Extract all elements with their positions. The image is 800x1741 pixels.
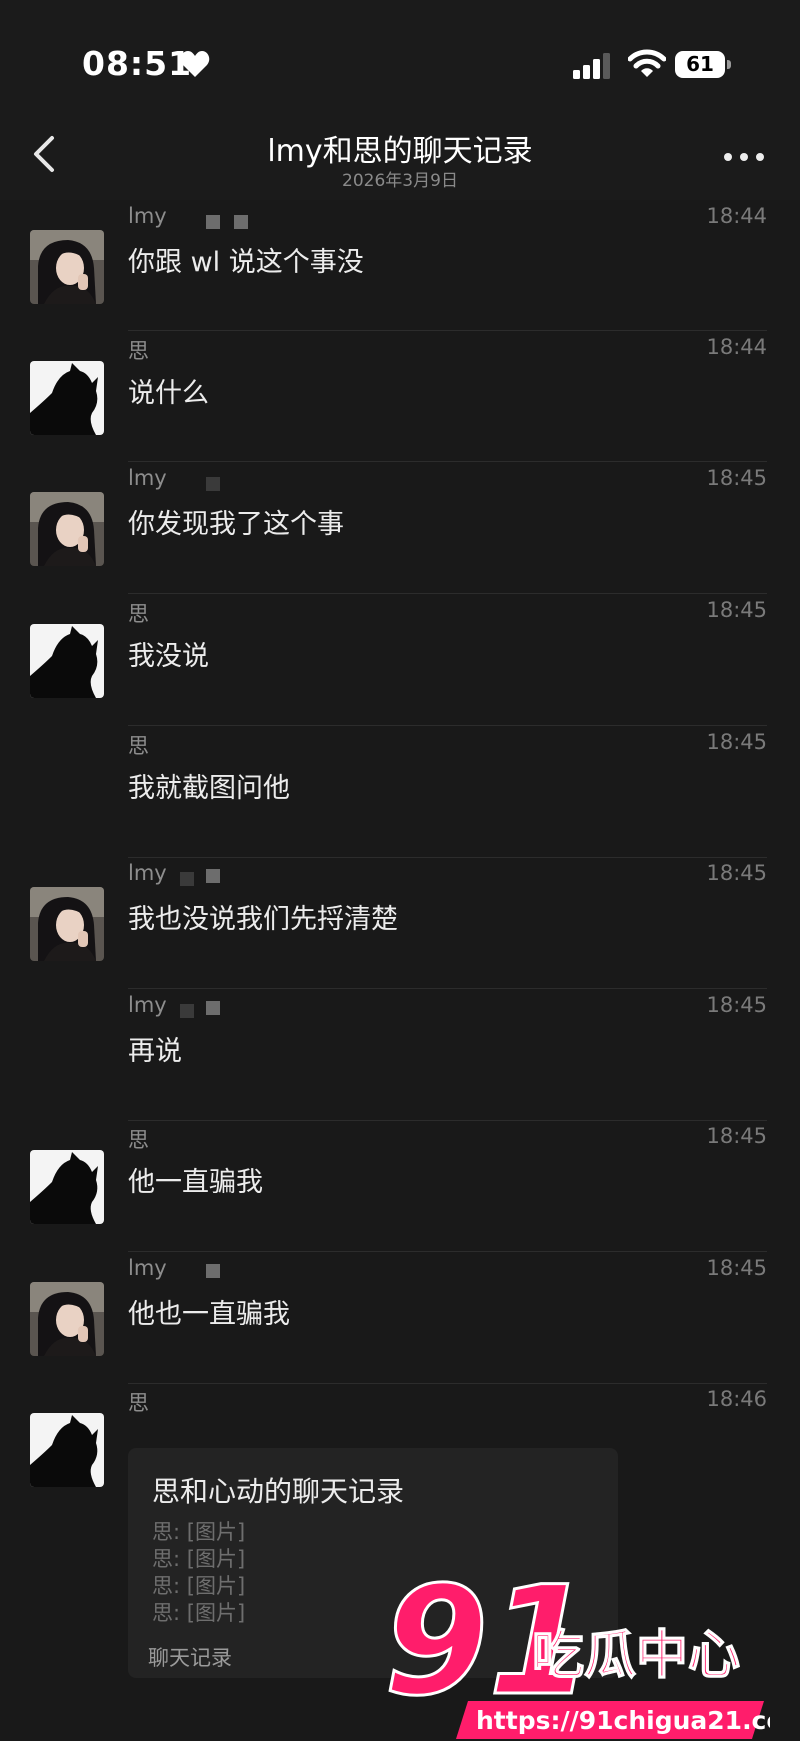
watermark-brand: 吃瓜中心	[532, 1626, 740, 1686]
sender-name: lmy	[128, 1256, 167, 1280]
sender-name: lmy	[128, 466, 167, 490]
sender-name: 思	[128, 339, 149, 363]
redaction-block	[206, 869, 220, 883]
page-title: lmy和思的聊天记录	[267, 134, 533, 169]
battery-level: 61	[686, 52, 714, 76]
sender-name: 思	[128, 1391, 149, 1415]
message-time: 18:45	[706, 598, 767, 622]
watermark-logo: 91 吃瓜中心 https://91chigua21.com	[383, 1565, 770, 1739]
sender-name: lmy	[128, 204, 167, 228]
card-preview-line: 思: [图片]	[152, 1574, 246, 1598]
message-time: 18:44	[706, 204, 767, 228]
nav-bar: lmy和思的聊天记录 2026年3月9日	[0, 110, 800, 200]
redaction-block	[206, 1264, 220, 1278]
watermark-url: https://91chigua21.com	[476, 1706, 770, 1735]
avatar-si[interactable]	[30, 1150, 104, 1224]
page-subtitle-date: 2026年3月9日	[342, 171, 458, 191]
chat-record-screen: 08:51 61 lmy和思的聊天记录 2026年3月9日 lmy 18:44 …	[0, 0, 800, 1741]
avatar-lmy[interactable]	[30, 1282, 104, 1356]
avatar-lmy[interactable]	[30, 230, 104, 304]
message-text[interactable]: 你跟 wl 说这个事没	[128, 240, 364, 279]
message-text[interactable]: 你发现我了这个事	[128, 502, 344, 541]
message-text[interactable]: 我就截图问他	[128, 766, 290, 805]
status-bar: 08:51 61	[0, 0, 800, 110]
card-footer-label: 聊天记录	[148, 1646, 232, 1670]
redaction-block	[180, 872, 194, 886]
message-time: 18:45	[706, 730, 767, 754]
redaction-block	[234, 215, 248, 229]
avatar-lmy[interactable]	[30, 887, 104, 961]
divider	[128, 1383, 767, 1384]
avatar-lmy[interactable]	[30, 492, 104, 566]
cellular-signal-icon	[573, 53, 610, 79]
card-preview-line: 思: [图片]	[152, 1601, 246, 1625]
divider	[128, 1120, 767, 1121]
divider	[128, 857, 767, 858]
divider	[128, 593, 767, 594]
message-text[interactable]: 我也没说我们先捋清楚	[128, 897, 398, 936]
divider	[128, 725, 767, 726]
divider	[128, 330, 767, 331]
message-text[interactable]: 我没说	[128, 634, 209, 673]
message-text[interactable]: 再说	[128, 1029, 182, 1068]
sender-name: 思	[128, 602, 149, 626]
divider	[128, 1251, 767, 1252]
sender-name: lmy	[128, 993, 167, 1017]
avatar-si[interactable]	[30, 361, 104, 435]
message-time: 18:45	[706, 861, 767, 885]
redaction-block	[180, 1004, 194, 1018]
message-time: 18:45	[706, 993, 767, 1017]
heart-icon	[180, 51, 210, 77]
card-title: 思和心动的聊天记录	[152, 1475, 405, 1508]
message-text[interactable]: 说什么	[128, 371, 209, 410]
sender-name: 思	[128, 734, 149, 758]
divider	[128, 461, 767, 462]
message-time: 18:45	[706, 1124, 767, 1148]
status-time: 08:51	[82, 44, 193, 83]
card-preview-line: 思: [图片]	[152, 1520, 246, 1544]
redaction-block	[206, 215, 220, 229]
card-preview-line: 思: [图片]	[152, 1547, 246, 1571]
sender-name: lmy	[128, 861, 167, 885]
message-time: 18:46	[706, 1387, 767, 1411]
avatar-si[interactable]	[30, 1413, 104, 1487]
more-icon[interactable]	[722, 150, 766, 166]
message-time: 18:45	[706, 1256, 767, 1280]
battery-icon: 61	[675, 51, 731, 78]
divider	[128, 988, 767, 989]
redaction-block	[206, 1001, 220, 1015]
redaction-block	[206, 477, 220, 491]
message-text[interactable]: 他一直骗我	[128, 1160, 263, 1199]
avatar-si[interactable]	[30, 624, 104, 698]
sender-name: 思	[128, 1128, 149, 1152]
message-text[interactable]: 他也一直骗我	[128, 1292, 290, 1331]
wifi-icon	[628, 49, 666, 77]
message-time: 18:45	[706, 466, 767, 490]
message-time: 18:44	[706, 335, 767, 359]
